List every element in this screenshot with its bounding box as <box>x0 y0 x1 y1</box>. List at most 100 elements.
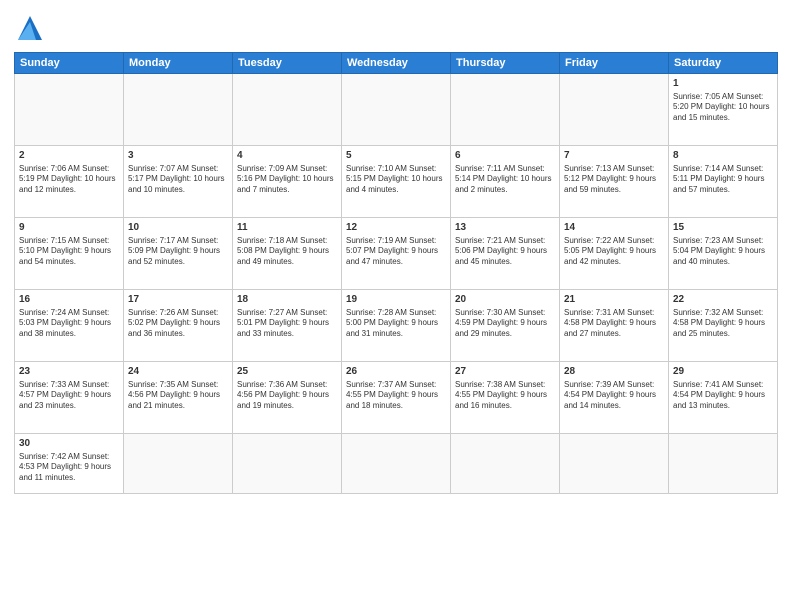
day-number: 12 <box>346 221 446 235</box>
day-info: Sunrise: 7:33 AM Sunset: 4:57 PM Dayligh… <box>19 380 119 412</box>
weekday-header-wednesday: Wednesday <box>342 53 451 74</box>
day-info: Sunrise: 7:31 AM Sunset: 4:58 PM Dayligh… <box>564 308 664 340</box>
day-number: 9 <box>19 221 119 235</box>
weekday-header-saturday: Saturday <box>669 53 778 74</box>
day-info: Sunrise: 7:14 AM Sunset: 5:11 PM Dayligh… <box>673 164 773 196</box>
calendar-cell: 11Sunrise: 7:18 AM Sunset: 5:08 PM Dayli… <box>233 218 342 290</box>
day-info: Sunrise: 7:37 AM Sunset: 4:55 PM Dayligh… <box>346 380 446 412</box>
calendar-cell <box>560 434 669 494</box>
logo <box>14 12 50 44</box>
day-info: Sunrise: 7:11 AM Sunset: 5:14 PM Dayligh… <box>455 164 555 196</box>
day-info: Sunrise: 7:32 AM Sunset: 4:58 PM Dayligh… <box>673 308 773 340</box>
day-info: Sunrise: 7:19 AM Sunset: 5:07 PM Dayligh… <box>346 236 446 268</box>
day-number: 23 <box>19 365 119 379</box>
calendar-cell <box>15 74 124 146</box>
calendar-cell <box>560 74 669 146</box>
weekday-header-friday: Friday <box>560 53 669 74</box>
day-info: Sunrise: 7:22 AM Sunset: 5:05 PM Dayligh… <box>564 236 664 268</box>
day-info: Sunrise: 7:15 AM Sunset: 5:10 PM Dayligh… <box>19 236 119 268</box>
header <box>14 12 778 44</box>
calendar-cell <box>124 434 233 494</box>
day-number: 27 <box>455 365 555 379</box>
week-row-3: 9Sunrise: 7:15 AM Sunset: 5:10 PM Daylig… <box>15 218 778 290</box>
calendar-cell: 12Sunrise: 7:19 AM Sunset: 5:07 PM Dayli… <box>342 218 451 290</box>
calendar-cell <box>233 434 342 494</box>
calendar-cell: 29Sunrise: 7:41 AM Sunset: 4:54 PM Dayli… <box>669 362 778 434</box>
day-number: 28 <box>564 365 664 379</box>
calendar-cell: 16Sunrise: 7:24 AM Sunset: 5:03 PM Dayli… <box>15 290 124 362</box>
day-number: 13 <box>455 221 555 235</box>
day-info: Sunrise: 7:23 AM Sunset: 5:04 PM Dayligh… <box>673 236 773 268</box>
day-info: Sunrise: 7:41 AM Sunset: 4:54 PM Dayligh… <box>673 380 773 412</box>
calendar-cell: 20Sunrise: 7:30 AM Sunset: 4:59 PM Dayli… <box>451 290 560 362</box>
calendar-cell: 4Sunrise: 7:09 AM Sunset: 5:16 PM Daylig… <box>233 146 342 218</box>
day-info: Sunrise: 7:30 AM Sunset: 4:59 PM Dayligh… <box>455 308 555 340</box>
calendar-cell <box>233 74 342 146</box>
day-info: Sunrise: 7:09 AM Sunset: 5:16 PM Dayligh… <box>237 164 337 196</box>
day-info: Sunrise: 7:18 AM Sunset: 5:08 PM Dayligh… <box>237 236 337 268</box>
day-info: Sunrise: 7:06 AM Sunset: 5:19 PM Dayligh… <box>19 164 119 196</box>
calendar: SundayMondayTuesdayWednesdayThursdayFrid… <box>14 52 778 494</box>
weekday-header-sunday: Sunday <box>15 53 124 74</box>
day-number: 24 <box>128 365 228 379</box>
weekday-header-row: SundayMondayTuesdayWednesdayThursdayFrid… <box>15 53 778 74</box>
day-number: 26 <box>346 365 446 379</box>
weekday-header-thursday: Thursday <box>451 53 560 74</box>
page: SundayMondayTuesdayWednesdayThursdayFrid… <box>0 0 792 612</box>
day-info: Sunrise: 7:24 AM Sunset: 5:03 PM Dayligh… <box>19 308 119 340</box>
calendar-cell: 2Sunrise: 7:06 AM Sunset: 5:19 PM Daylig… <box>15 146 124 218</box>
day-number: 7 <box>564 149 664 163</box>
calendar-cell: 17Sunrise: 7:26 AM Sunset: 5:02 PM Dayli… <box>124 290 233 362</box>
calendar-cell <box>451 434 560 494</box>
day-number: 20 <box>455 293 555 307</box>
day-info: Sunrise: 7:26 AM Sunset: 5:02 PM Dayligh… <box>128 308 228 340</box>
calendar-cell: 26Sunrise: 7:37 AM Sunset: 4:55 PM Dayli… <box>342 362 451 434</box>
calendar-cell: 18Sunrise: 7:27 AM Sunset: 5:01 PM Dayli… <box>233 290 342 362</box>
calendar-cell: 5Sunrise: 7:10 AM Sunset: 5:15 PM Daylig… <box>342 146 451 218</box>
weekday-header-tuesday: Tuesday <box>233 53 342 74</box>
calendar-cell: 6Sunrise: 7:11 AM Sunset: 5:14 PM Daylig… <box>451 146 560 218</box>
day-info: Sunrise: 7:36 AM Sunset: 4:56 PM Dayligh… <box>237 380 337 412</box>
week-row-6: 30Sunrise: 7:42 AM Sunset: 4:53 PM Dayli… <box>15 434 778 494</box>
day-number: 22 <box>673 293 773 307</box>
day-number: 11 <box>237 221 337 235</box>
day-info: Sunrise: 7:38 AM Sunset: 4:55 PM Dayligh… <box>455 380 555 412</box>
day-number: 2 <box>19 149 119 163</box>
calendar-cell: 15Sunrise: 7:23 AM Sunset: 5:04 PM Dayli… <box>669 218 778 290</box>
day-number: 4 <box>237 149 337 163</box>
calendar-cell <box>342 74 451 146</box>
calendar-cell <box>124 74 233 146</box>
day-info: Sunrise: 7:17 AM Sunset: 5:09 PM Dayligh… <box>128 236 228 268</box>
day-info: Sunrise: 7:21 AM Sunset: 5:06 PM Dayligh… <box>455 236 555 268</box>
calendar-cell: 23Sunrise: 7:33 AM Sunset: 4:57 PM Dayli… <box>15 362 124 434</box>
calendar-cell: 1Sunrise: 7:05 AM Sunset: 5:20 PM Daylig… <box>669 74 778 146</box>
day-number: 18 <box>237 293 337 307</box>
calendar-cell: 21Sunrise: 7:31 AM Sunset: 4:58 PM Dayli… <box>560 290 669 362</box>
day-number: 14 <box>564 221 664 235</box>
day-number: 16 <box>19 293 119 307</box>
calendar-cell: 27Sunrise: 7:38 AM Sunset: 4:55 PM Dayli… <box>451 362 560 434</box>
day-info: Sunrise: 7:42 AM Sunset: 4:53 PM Dayligh… <box>19 452 119 484</box>
day-info: Sunrise: 7:07 AM Sunset: 5:17 PM Dayligh… <box>128 164 228 196</box>
calendar-cell: 3Sunrise: 7:07 AM Sunset: 5:17 PM Daylig… <box>124 146 233 218</box>
calendar-cell: 24Sunrise: 7:35 AM Sunset: 4:56 PM Dayli… <box>124 362 233 434</box>
day-number: 5 <box>346 149 446 163</box>
day-number: 17 <box>128 293 228 307</box>
calendar-cell <box>342 434 451 494</box>
calendar-cell: 28Sunrise: 7:39 AM Sunset: 4:54 PM Dayli… <box>560 362 669 434</box>
week-row-5: 23Sunrise: 7:33 AM Sunset: 4:57 PM Dayli… <box>15 362 778 434</box>
calendar-cell: 7Sunrise: 7:13 AM Sunset: 5:12 PM Daylig… <box>560 146 669 218</box>
calendar-cell: 13Sunrise: 7:21 AM Sunset: 5:06 PM Dayli… <box>451 218 560 290</box>
day-number: 25 <box>237 365 337 379</box>
weekday-header-monday: Monday <box>124 53 233 74</box>
calendar-cell: 19Sunrise: 7:28 AM Sunset: 5:00 PM Dayli… <box>342 290 451 362</box>
day-number: 19 <box>346 293 446 307</box>
calendar-cell: 9Sunrise: 7:15 AM Sunset: 5:10 PM Daylig… <box>15 218 124 290</box>
day-number: 21 <box>564 293 664 307</box>
calendar-cell <box>669 434 778 494</box>
week-row-1: 1Sunrise: 7:05 AM Sunset: 5:20 PM Daylig… <box>15 74 778 146</box>
day-number: 6 <box>455 149 555 163</box>
calendar-cell: 30Sunrise: 7:42 AM Sunset: 4:53 PM Dayli… <box>15 434 124 494</box>
calendar-cell: 14Sunrise: 7:22 AM Sunset: 5:05 PM Dayli… <box>560 218 669 290</box>
calendar-cell: 25Sunrise: 7:36 AM Sunset: 4:56 PM Dayli… <box>233 362 342 434</box>
